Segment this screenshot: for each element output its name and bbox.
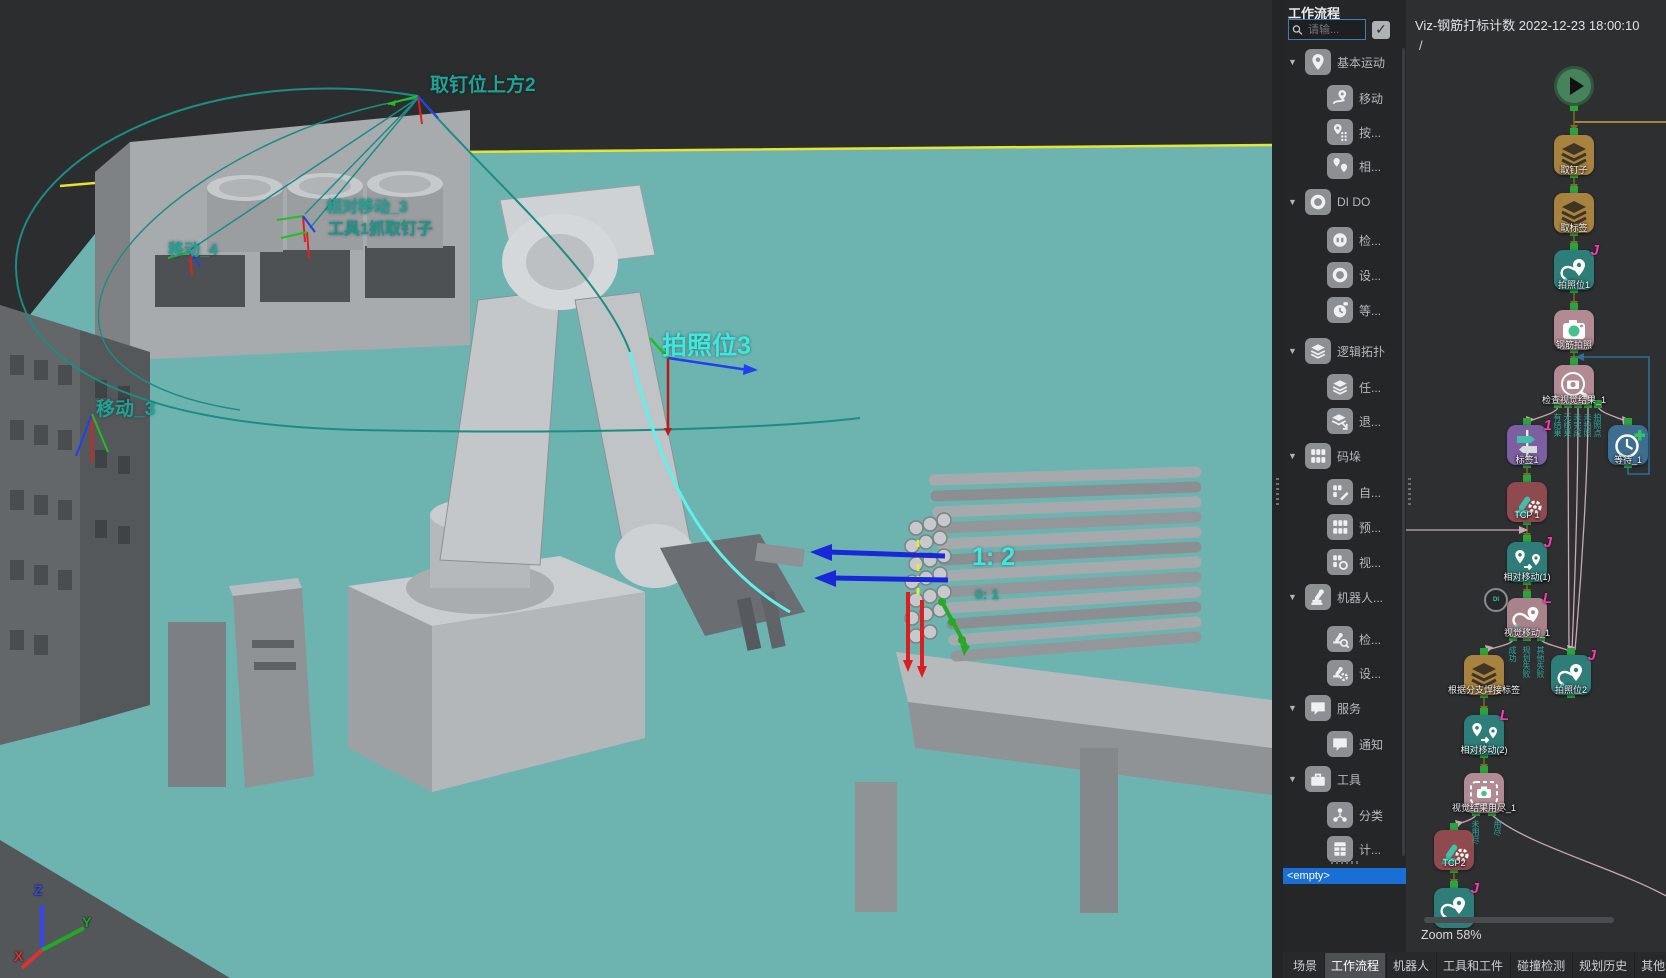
axis-z-label: Z <box>34 882 43 898</box>
bottom-tab-bar: 场景 工作流程 机器人 工具和工件 碰撞检测 规划历史 其他 <box>1283 952 1666 978</box>
sidebar-group-palletize[interactable]: ▼码垛 <box>1283 443 1405 469</box>
edge-label: 无结果 <box>1562 413 1572 437</box>
filter-checkbox[interactable]: ✓ <box>1372 21 1390 39</box>
sidebar-group-logic-topology[interactable]: ▼逻辑拓扑 <box>1283 338 1405 364</box>
node-pick-nail[interactable]: 取钉子 <box>1554 135 1594 175</box>
node-label-1[interactable]: 1标签1 <box>1507 425 1547 465</box>
sidebar-group-robot[interactable]: ▼机器人... <box>1283 584 1405 610</box>
tab-robot[interactable]: 机器人 <box>1386 953 1435 978</box>
pallet-icon <box>1305 443 1331 469</box>
node-pick-label[interactable]: 取标签 <box>1554 193 1594 233</box>
splitter-handle-icon[interactable] <box>1331 861 1359 864</box>
pin-path-icon <box>1327 85 1353 111</box>
collapse-arrow-icon[interactable]: ▼ <box>1288 346 1299 356</box>
axis-y-label: Y <box>82 914 91 930</box>
node-vision-result-exhausted[interactable]: 视觉结果用尽_1 <box>1464 773 1504 813</box>
pallet-edit-icon <box>1327 479 1353 505</box>
3d-viewport[interactable]: 取钉位上方2 相对移动_3 工具1抓取钉子 移动_4 移动_3 拍照位3 1: … <box>0 0 1272 978</box>
3d-scene <box>0 0 1272 978</box>
node-tcp-1[interactable]: TCP 1 <box>1507 482 1547 522</box>
tab-collision-check[interactable]: 碰撞检测 <box>1510 953 1571 978</box>
di-icon <box>1327 227 1353 253</box>
edge-label: 有结果 <box>1552 413 1562 437</box>
ring-icon <box>1327 262 1353 288</box>
selected-empty-item[interactable]: <empty> <box>1283 868 1406 884</box>
silo-cylinders <box>207 171 443 252</box>
search-icon <box>1292 24 1303 36</box>
edge-label: 成功 <box>1507 646 1517 662</box>
collapse-arrow-icon[interactable]: ▼ <box>1288 774 1299 784</box>
tab-scene[interactable]: 场景 <box>1287 953 1323 978</box>
node-photo-pos-1[interactable]: J拍照位1 <box>1554 250 1594 290</box>
two-pins-icon <box>1327 153 1353 179</box>
collapse-arrow-icon[interactable]: ▼ <box>1288 57 1299 67</box>
node-wait-1[interactable]: 等待_1 <box>1608 425 1648 465</box>
layers-arrow-icon <box>1327 408 1353 434</box>
run-workflow-button[interactable] <box>1554 66 1594 106</box>
node-relative-move-2[interactable]: L相对移动(2) <box>1464 715 1504 755</box>
edge-label: 规划失败 <box>1521 646 1531 678</box>
edge-label: 未完成 <box>1572 413 1582 437</box>
toolbox-icon <box>1305 766 1331 792</box>
di-clock-icon <box>1327 297 1353 323</box>
tab-workflow[interactable]: 工作流程 <box>1324 953 1385 978</box>
tab-tools-workpiece[interactable]: 工具和工件 <box>1436 953 1509 978</box>
pallet-icon <box>1327 514 1353 540</box>
canvas-horizontal-scrollbar[interactable] <box>1424 917 1614 923</box>
node-tcp-2[interactable]: TCP2 <box>1434 830 1474 870</box>
ring-icon <box>1305 189 1331 215</box>
edge-label: 未拍照 <box>1582 413 1592 437</box>
workflow-canvas[interactable]: Viz-钢筋打标计数 2022-12-23 18:00:10 / <box>1406 0 1666 952</box>
sidebar-group-basic-motion[interactable]: ▼基本运动 <box>1283 49 1405 75</box>
robot-gear-icon <box>1327 660 1353 686</box>
node-relative-move-1[interactable]: J相对移动(1) <box>1507 542 1547 582</box>
calculator-icon <box>1327 836 1353 862</box>
pallet-camera-icon <box>1327 549 1353 575</box>
robot-icon <box>1305 584 1331 610</box>
robot-search-icon <box>1327 626 1353 652</box>
node-rebar-photo[interactable]: 钢筋拍照 <box>1554 310 1594 350</box>
collapse-arrow-icon[interactable]: ▼ <box>1288 592 1299 602</box>
tab-other[interactable]: 其他 <box>1634 953 1666 978</box>
edge-label: 用尽 <box>1492 820 1502 836</box>
chat-icon <box>1305 695 1331 721</box>
divider-handle-icon[interactable] <box>1276 478 1279 506</box>
axis-x-label: X <box>14 948 23 964</box>
pin-grid-icon <box>1327 119 1353 145</box>
node-vision-move-1[interactable]: L视觉移动_1 <box>1507 598 1547 638</box>
di-monitor-badge[interactable]: DI <box>1484 588 1508 612</box>
breadcrumb: / <box>1419 38 1423 53</box>
collapse-arrow-icon[interactable]: ▼ <box>1288 703 1299 713</box>
edge-layer <box>1406 0 1666 952</box>
sidebar-group-di-do[interactable]: ▼DI DO <box>1283 189 1405 215</box>
search-box[interactable] <box>1288 19 1366 40</box>
collapse-arrow-icon[interactable]: ▼ <box>1288 197 1299 207</box>
workflow-panel: 工作流程 ✓ ▼基本运动 移动 按... 相... ▼DI DO 检... 设.… <box>1283 0 1666 978</box>
search-input[interactable] <box>1306 23 1362 37</box>
zoom-level: Zoom 58% <box>1421 928 1481 942</box>
node-photo-pos-2[interactable]: J拍照位2 <box>1551 655 1591 695</box>
collapse-arrow-icon[interactable]: ▼ <box>1288 451 1299 461</box>
classify-icon <box>1327 802 1353 828</box>
sidebar-group-service[interactable]: ▼服务 <box>1283 695 1405 721</box>
edge-label: 拍照点 <box>1592 413 1602 437</box>
pin-icon <box>1305 49 1331 75</box>
edge-label: 其他失败 <box>1535 646 1545 678</box>
layers-icon <box>1305 338 1331 364</box>
chat-icon <box>1327 731 1353 757</box>
tab-plan-history[interactable]: 规划历史 <box>1572 953 1633 978</box>
layers-icon <box>1327 374 1353 400</box>
panel-divider[interactable] <box>1272 0 1283 978</box>
splitter-handle-icon[interactable] <box>1408 478 1411 506</box>
application-window: 取钉位上方2 相对移动_3 工具1抓取钉子 移动_4 移动_3 拍照位3 1: … <box>0 0 1666 978</box>
sidebar-group-tools[interactable]: ▼工具 <box>1283 766 1405 792</box>
node-check-vision-result[interactable]: 检查视觉结果_1 <box>1554 365 1594 405</box>
sidebar-scrollbar[interactable] <box>1402 48 1405 856</box>
node-branch-weld-label[interactable]: 根据分支焊接标签 <box>1464 655 1504 695</box>
workflow-title: Viz-钢筋打标计数 2022-12-23 18:00:10 <box>1415 15 1639 34</box>
